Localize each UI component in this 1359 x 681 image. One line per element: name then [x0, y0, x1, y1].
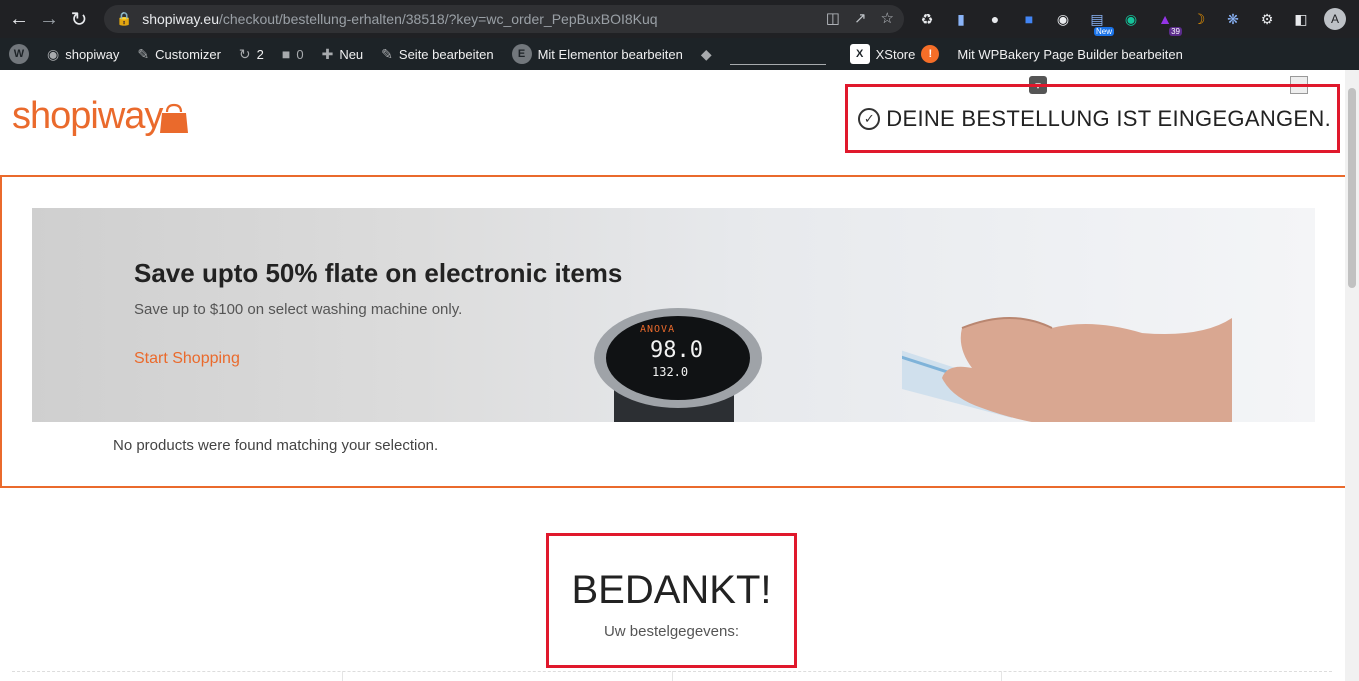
- promo-banner: Save upto 50% flate on electronic items …: [32, 208, 1315, 422]
- wpbakery-link[interactable]: Mit WPBakery Page Builder bearbeiten: [948, 38, 1191, 70]
- google-translate-icon[interactable]: ■: [1018, 8, 1040, 30]
- share-icon[interactable]: ↗: [854, 9, 867, 27]
- diamond-link[interactable]: ◆: [692, 38, 721, 70]
- wpbakery-label: Mit WPBakery Page Builder bearbeiten: [957, 46, 1183, 62]
- start-shopping-link[interactable]: Start Shopping: [134, 350, 240, 368]
- elementor-link[interactable]: E Mit Elementor bearbeiten: [503, 38, 692, 70]
- reload-icon[interactable]: ↻: [64, 4, 94, 34]
- order-received-highlight: ✓ DEINE BESTELLUNG IST EINGEGANGEN.: [845, 84, 1340, 153]
- dashboard-icon: ◉: [47, 45, 60, 62]
- globe-icon[interactable]: ●: [984, 8, 1006, 30]
- thanks-title: BEDANKT!: [571, 568, 772, 612]
- url-host: shopiway.eu: [142, 11, 219, 27]
- new-badge: New: [1093, 27, 1114, 36]
- translate-icon[interactable]: ◫: [826, 9, 840, 27]
- new-content-link[interactable]: ✚ Neu: [313, 38, 373, 70]
- table-divider: [1001, 671, 1002, 681]
- no-products-message: No products were found matching your sel…: [113, 437, 439, 454]
- alert-badge: !: [921, 45, 940, 63]
- wordpress-icon: W: [9, 44, 29, 64]
- update-icon: ↻: [238, 45, 251, 62]
- device-head: ANOVA 98.0 132.0: [594, 308, 762, 408]
- spiral-icon[interactable]: ❋: [1222, 8, 1244, 30]
- moon-icon[interactable]: ☽: [1188, 8, 1210, 30]
- elementor-label: Mit Elementor bearbeiten: [537, 46, 683, 62]
- thanks-highlight: BEDANKT! Uw bestelgegevens:: [546, 533, 797, 668]
- new-label: Neu: [339, 46, 364, 62]
- new-extension-icon[interactable]: ▤ New: [1086, 8, 1114, 36]
- star-icon[interactable]: ☆: [881, 9, 894, 27]
- edit-page-link[interactable]: ✎ Seite bearbeiten: [372, 38, 502, 70]
- url-path: /checkout/bestellung-erhalten/38518/?key…: [218, 11, 658, 27]
- xstore-link[interactable]: X XStore!: [841, 38, 949, 70]
- device-temp: 98.0: [650, 338, 703, 363]
- edit-page-label: Seite bearbeiten: [398, 46, 494, 62]
- hand-with-bag-image: [902, 317, 1232, 422]
- count-badge: 39: [1169, 27, 1182, 36]
- site-name: shopiway: [65, 46, 120, 62]
- browser-toolbar: ← → ↻ 🔒 shopiway.eu/checkout/bestellung-…: [0, 0, 1359, 38]
- device-brand: ANOVA: [640, 324, 676, 335]
- comments-link[interactable]: ■ 0: [273, 38, 313, 70]
- extensions-area: ♻ ▮ ● ■ ◉ ▤New ◉ ▲39 ☽ ❋ ⚙ ◧ A ⋮: [916, 8, 1359, 36]
- banner-title: Save upto 50% flate on electronic items: [134, 258, 623, 288]
- recycle-icon[interactable]: ♻: [916, 8, 938, 30]
- site-name-link[interactable]: ◉ shopiway: [38, 38, 128, 70]
- page-content: shopiway ▾ ✓ DEINE BESTELLUNG IST EINGEG…: [0, 70, 1347, 681]
- diamond-icon: ◆: [700, 45, 712, 62]
- comment-icon: ■: [281, 46, 291, 62]
- forward-icon[interactable]: →: [34, 4, 64, 34]
- sous-vide-device-image: ANOVA 98.0 132.0: [594, 308, 762, 422]
- plus-icon: ✚: [321, 45, 334, 62]
- updates-count: 2: [256, 46, 264, 62]
- page-scrollbar[interactable]: [1345, 70, 1359, 681]
- banner-subtitle: Save up to $100 on select washing machin…: [134, 301, 463, 318]
- graph-icon: [729, 55, 826, 65]
- elementor-icon: E: [511, 44, 532, 64]
- check-circle-icon: ✓: [858, 107, 881, 130]
- wordpress-logo[interactable]: W: [0, 38, 38, 70]
- back-icon[interactable]: ←: [4, 4, 34, 34]
- customizer-link[interactable]: ✎ Customizer: [128, 38, 229, 70]
- query-monitor-link[interactable]: [721, 38, 841, 70]
- thanks-subtitle: Uw bestelgegevens:: [603, 623, 740, 640]
- grammarly-icon[interactable]: ◉: [1120, 8, 1142, 30]
- xstore-icon: X: [849, 44, 870, 64]
- xstore-label: XStore: [875, 46, 916, 62]
- order-received-title: DEINE BESTELLUNG IST EINGEGANGEN.: [886, 105, 1331, 131]
- promo-section: Save upto 50% flate on electronic items …: [0, 175, 1347, 488]
- omnibox-actions: ◫ ↗ ☆: [826, 9, 894, 27]
- table-divider: [672, 671, 673, 681]
- camera-icon[interactable]: ◉: [1052, 8, 1074, 30]
- lock-icon: 🔒: [116, 11, 133, 26]
- brush-icon: ✎: [137, 45, 150, 62]
- scrollbar-thumb[interactable]: [1348, 88, 1356, 288]
- puzzle-icon[interactable]: ⚙: [1256, 8, 1278, 30]
- wp-admin-bar: W ◉ shopiway ✎ Customizer ↻ 2 ■ 0 ✚ Neu ✎ Seit…: [0, 38, 1359, 70]
- pencil-icon: ✎: [381, 45, 393, 62]
- shopping-bag-icon: [160, 103, 189, 133]
- address-bar[interactable]: 🔒 shopiway.eu/checkout/bestellung-erhalt…: [104, 5, 904, 33]
- sidebar-icon[interactable]: ◧: [1290, 8, 1312, 30]
- site-logo[interactable]: shopiway: [12, 96, 190, 136]
- comments-count: 0: [296, 46, 304, 62]
- customizer-label: Customizer: [155, 46, 221, 62]
- table-divider: [342, 671, 343, 681]
- document-icon[interactable]: ▮: [950, 8, 972, 30]
- updates-link[interactable]: ↻ 2: [230, 38, 273, 70]
- avatar[interactable]: A: [1324, 8, 1346, 30]
- logo-text: shopiway: [12, 95, 163, 137]
- graduation-icon[interactable]: ▲ 39: [1154, 8, 1182, 36]
- device-temp-secondary: 132.0: [652, 365, 689, 379]
